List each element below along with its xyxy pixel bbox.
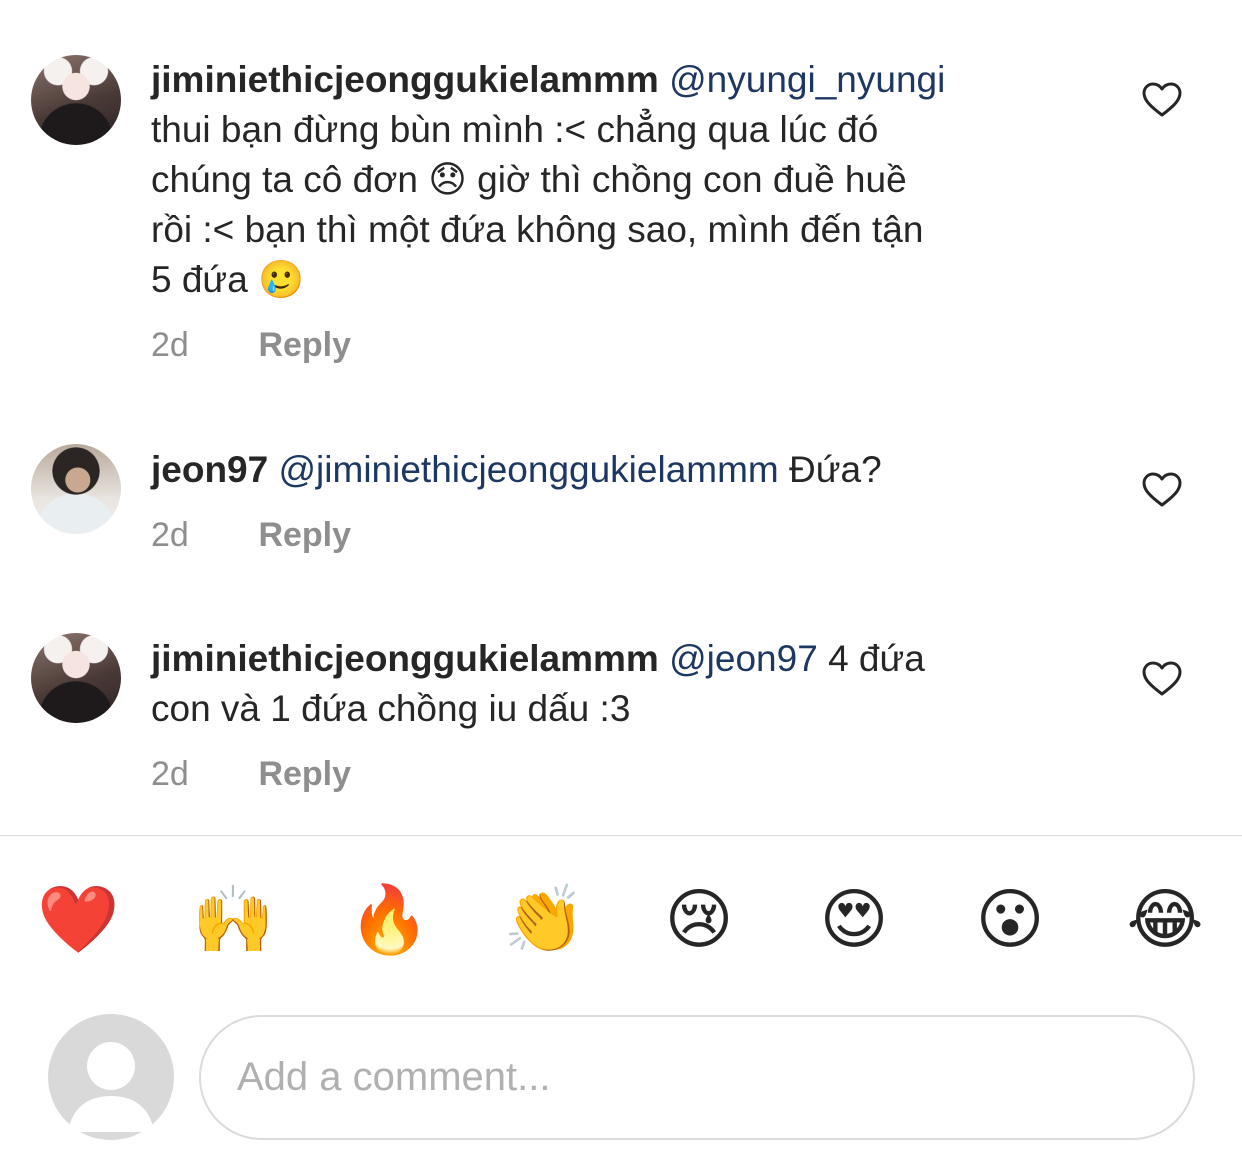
laughing-tears-emoji-icon[interactable]: 😂 [1125,880,1205,960]
comment-text-line: chúng ta cô đơn 😞 giờ thì chồng con đuề … [151,159,907,200]
commenter-avatar[interactable] [31,633,121,723]
comment-time: 2d [151,326,189,364]
heart-emoji-icon[interactable]: ❤️ [37,880,119,960]
raising-hands-emoji-icon[interactable]: 🙌 [192,880,274,960]
comment-text-line: 4 đứa [828,638,925,679]
quick-reaction-bar: ❤️ 🙌 🔥 👏 😢 😍 😮 😂 [0,880,1242,960]
comment-text-line: con và 1 đứa chồng iu dấu :3 [151,688,631,729]
comment-text-line: 5 đứa 🥲 [151,259,305,300]
comment-body: jiminiethicjeonggukielammm @nyungi_nyung… [151,55,1071,305]
reply-button[interactable]: Reply [258,326,351,364]
clapping-hands-emoji-icon[interactable]: 👏 [503,880,585,960]
heart-eyes-emoji-icon[interactable]: 😍 [814,880,894,960]
comment-item: jiminiethicjeonggukielammm @nyungi_nyung… [0,0,1242,390]
crying-face-emoji-icon[interactable]: 😢 [659,880,739,960]
comment-body: jiminiethicjeonggukielammm @jeon97 4 đứa… [151,634,1071,734]
comment-text-line: thui bạn đừng bùn mình :< chẳng qua lúc … [151,109,879,150]
reply-button[interactable]: Reply [258,516,351,554]
comment-username[interactable]: jeon97 [151,449,268,490]
heart-outline-icon[interactable] [1142,472,1182,508]
default-user-icon [48,1014,174,1140]
comment-body: jeon97 @jiminiethicjeonggukielammm Đứa? [151,445,1071,495]
comment-meta: 2d Reply [151,326,351,365]
comment-mention[interactable]: @jeon97 [669,638,818,679]
comment-time: 2d [151,755,189,793]
reply-button[interactable]: Reply [258,755,351,793]
comment-meta: 2d Reply [151,755,351,794]
comment-text-line: rồi :< bạn thì một đứa không sao, mình đ… [151,209,924,250]
comment-mention[interactable]: @nyungi_nyungi [669,59,945,100]
commenter-avatar[interactable] [31,55,121,145]
comment-mention[interactable]: @jiminiethicjeonggukielammm [279,449,779,490]
heart-outline-icon[interactable] [1142,82,1182,118]
comment-time: 2d [151,516,189,554]
add-comment-input[interactable] [199,1015,1195,1140]
fire-emoji-icon[interactable]: 🔥 [348,880,430,960]
comment-meta: 2d Reply [151,516,351,555]
divider [0,835,1242,836]
comment-username[interactable]: jiminiethicjeonggukielammm [151,638,659,679]
heart-outline-icon[interactable] [1142,661,1182,697]
comment-text-line: Đứa? [789,449,882,490]
comment-username[interactable]: jiminiethicjeonggukielammm [151,59,659,100]
commenter-avatar[interactable] [31,444,121,534]
surprised-face-emoji-icon[interactable]: 😮 [970,880,1050,960]
